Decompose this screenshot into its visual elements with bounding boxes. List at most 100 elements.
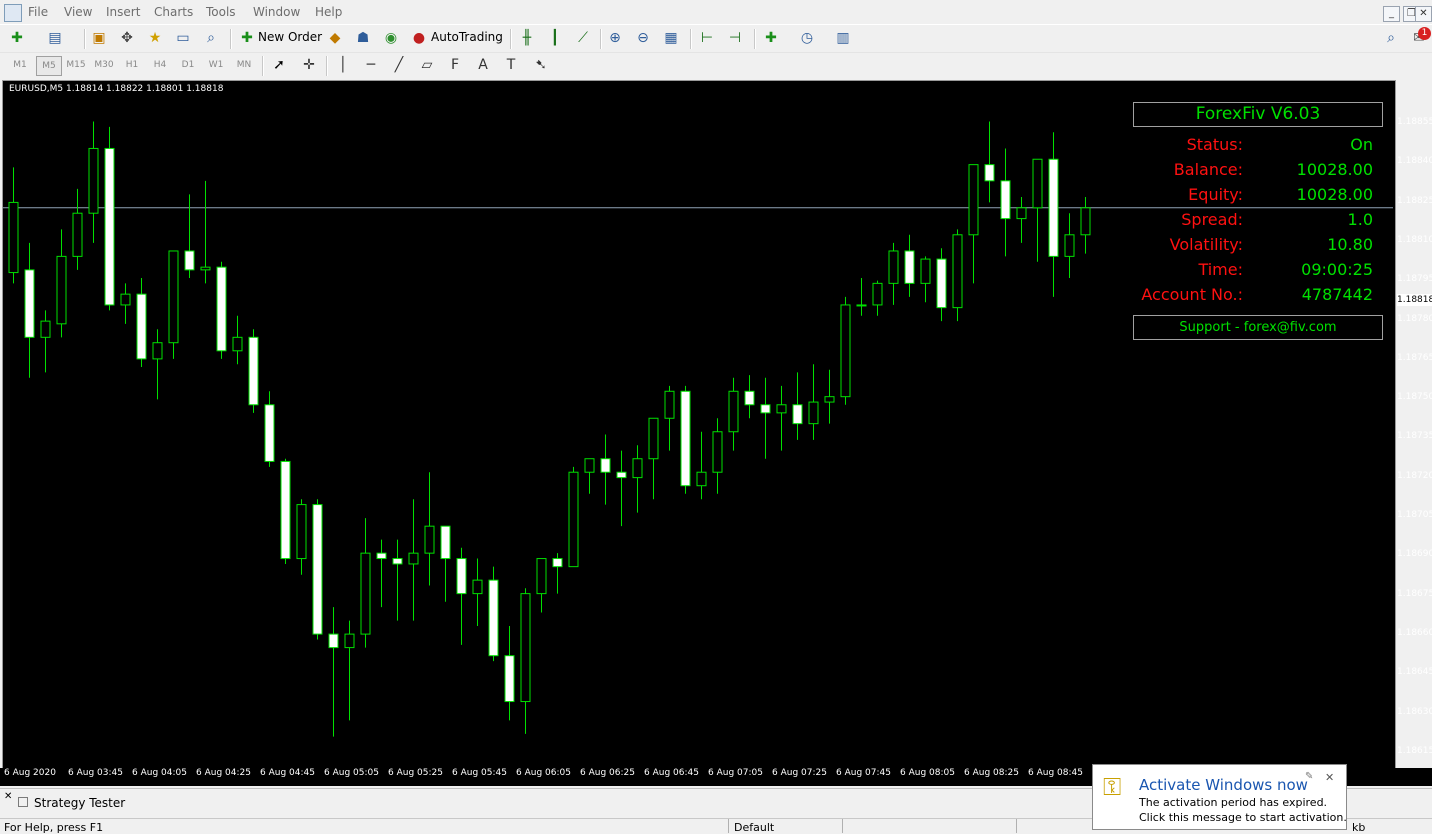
app-icon[interactable] xyxy=(4,4,22,22)
market-watch-icon[interactable]: ▣ xyxy=(90,29,108,47)
search-icon[interactable]: ⌕ xyxy=(1382,29,1400,47)
candle xyxy=(344,620,355,721)
candle xyxy=(632,445,643,513)
timeframe-h4[interactable]: H4 xyxy=(148,56,172,74)
templates-icon[interactable]: ▥ xyxy=(834,29,852,47)
autotrading-icon[interactable]: ● xyxy=(410,29,428,47)
metaeditor-icon[interactable]: ◆ xyxy=(326,29,344,47)
candle-body xyxy=(472,579,483,595)
candle xyxy=(840,296,851,405)
candlestick-icon[interactable]: ┃ xyxy=(546,29,564,47)
terminal-icon[interactable]: ▭ xyxy=(174,29,192,47)
new-order-icon[interactable]: ✚ xyxy=(238,29,256,47)
toolbar-separator xyxy=(510,29,512,49)
menu-insert[interactable]: Insert xyxy=(106,5,140,19)
data-window-icon[interactable]: ✥ xyxy=(118,29,136,47)
status-divider xyxy=(842,819,843,833)
candle-body xyxy=(232,336,243,352)
crosshair-icon[interactable]: ✛ xyxy=(300,56,318,74)
fibonacci-icon[interactable]: Ϝ xyxy=(446,56,464,74)
tester-icon[interactable]: ⌕ xyxy=(202,29,220,47)
chart-window[interactable]: EURUSD,M5 1.18814 1.18822 1.18801 1.1881… xyxy=(2,80,1432,770)
channel-icon[interactable]: ▱ xyxy=(418,56,436,74)
strategy-tester-tab[interactable]: Strategy Tester xyxy=(34,796,125,810)
menu-help[interactable]: Help xyxy=(315,5,342,19)
candle-body xyxy=(168,250,179,344)
candle-body xyxy=(728,390,739,433)
cursor-icon[interactable]: ➚ xyxy=(270,56,288,74)
autoscroll-icon[interactable]: ⊢ xyxy=(698,29,716,47)
timeframe-w1[interactable]: W1 xyxy=(204,56,228,74)
menu-charts[interactable]: Charts xyxy=(154,5,193,19)
candle-body xyxy=(280,460,291,560)
trendline-icon[interactable]: ╱ xyxy=(390,56,408,74)
candle-body xyxy=(88,147,99,214)
minimize-button[interactable]: _ xyxy=(1383,6,1400,22)
navigator-icon[interactable]: ★ xyxy=(146,29,164,47)
panel-value-0: On xyxy=(1350,135,1373,154)
toast-close-button[interactable]: ✕ xyxy=(1325,771,1334,784)
timeframe-h1[interactable]: H1 xyxy=(120,56,144,74)
close-button[interactable]: ✕ xyxy=(1415,6,1432,22)
candle xyxy=(72,188,83,270)
zoom-in-icon[interactable]: ⊕ xyxy=(606,29,624,47)
candle xyxy=(88,121,99,243)
signals-icon[interactable]: ◉ xyxy=(382,29,400,47)
timeframe-m1[interactable]: M1 xyxy=(8,56,32,74)
timeframe-m15[interactable]: M15 xyxy=(64,56,88,74)
bar-chart-icon[interactable]: ╫ xyxy=(518,29,536,47)
panel-value-5: 09:00:25 xyxy=(1301,260,1373,279)
candle-body xyxy=(136,293,147,360)
candle-body xyxy=(872,282,883,306)
candle-body xyxy=(1080,207,1091,236)
new-chart-icon[interactable]: ✚ xyxy=(8,29,26,47)
timeframe-m30[interactable]: M30 xyxy=(92,56,116,74)
menu-view[interactable]: View xyxy=(64,5,92,19)
arrows-icon[interactable]: ➷ xyxy=(532,56,550,74)
new-order-button[interactable]: New Order xyxy=(258,30,322,44)
timeframe-mn[interactable]: MN xyxy=(232,56,256,74)
autotrading-button[interactable]: AutoTrading xyxy=(431,30,503,44)
chart-title: EURUSD,M5 1.18814 1.18822 1.18801 1.1881… xyxy=(9,84,224,94)
line-chart-icon[interactable]: ⟋ xyxy=(574,29,592,47)
candle-body xyxy=(904,250,915,284)
community-icon[interactable]: ☗ xyxy=(354,29,372,47)
candle xyxy=(168,250,179,359)
horizontal-line-icon[interactable]: ─ xyxy=(362,56,380,74)
text-label-icon[interactable]: T xyxy=(502,56,520,74)
candle-body xyxy=(264,404,275,462)
price-tick-label: 1.18750 xyxy=(1397,392,1432,403)
candle-body xyxy=(424,525,435,554)
vertical-line-icon[interactable]: │ xyxy=(334,56,352,74)
profiles-icon[interactable]: ▤ xyxy=(46,29,64,47)
current-price-tag: 1.18818 xyxy=(1397,294,1432,306)
candle xyxy=(504,626,515,721)
candle xyxy=(1064,213,1075,278)
candle-body xyxy=(456,558,467,595)
candle-body xyxy=(792,404,803,425)
menu-tools[interactable]: Tools xyxy=(206,5,236,19)
menu-window[interactable]: Window xyxy=(253,5,300,19)
timeframe-m5[interactable]: M5 xyxy=(36,56,62,76)
toast-line-1: The activation period has expired. xyxy=(1139,796,1328,809)
candle xyxy=(312,499,323,640)
zoom-out-icon[interactable]: ⊖ xyxy=(634,29,652,47)
activation-toast[interactable]: ⚿ Activate Windows now ✎ ✕ The activatio… xyxy=(1092,764,1347,830)
candle-body xyxy=(984,164,995,182)
candle xyxy=(824,369,835,424)
timeframe-d1[interactable]: D1 xyxy=(176,56,200,74)
candle-body xyxy=(632,458,643,479)
panel-label-3: Spread: xyxy=(1181,210,1243,229)
text-icon[interactable]: A xyxy=(474,56,492,74)
toast-pin-icon[interactable]: ✎ xyxy=(1305,771,1313,782)
periods-icon[interactable]: ◷ xyxy=(798,29,816,47)
candle xyxy=(856,277,867,316)
chart-shift-icon[interactable]: ⊣ xyxy=(726,29,744,47)
menu-file[interactable]: File xyxy=(28,5,48,19)
indicators-icon[interactable]: ✚ xyxy=(762,29,780,47)
tile-windows-icon[interactable]: ▦ xyxy=(662,29,680,47)
toolbar-separator xyxy=(230,29,232,49)
close-tester-icon[interactable]: ✕ xyxy=(4,791,12,802)
candle xyxy=(952,229,963,322)
time-tick-label: 6 Aug 07:25 xyxy=(772,768,827,778)
